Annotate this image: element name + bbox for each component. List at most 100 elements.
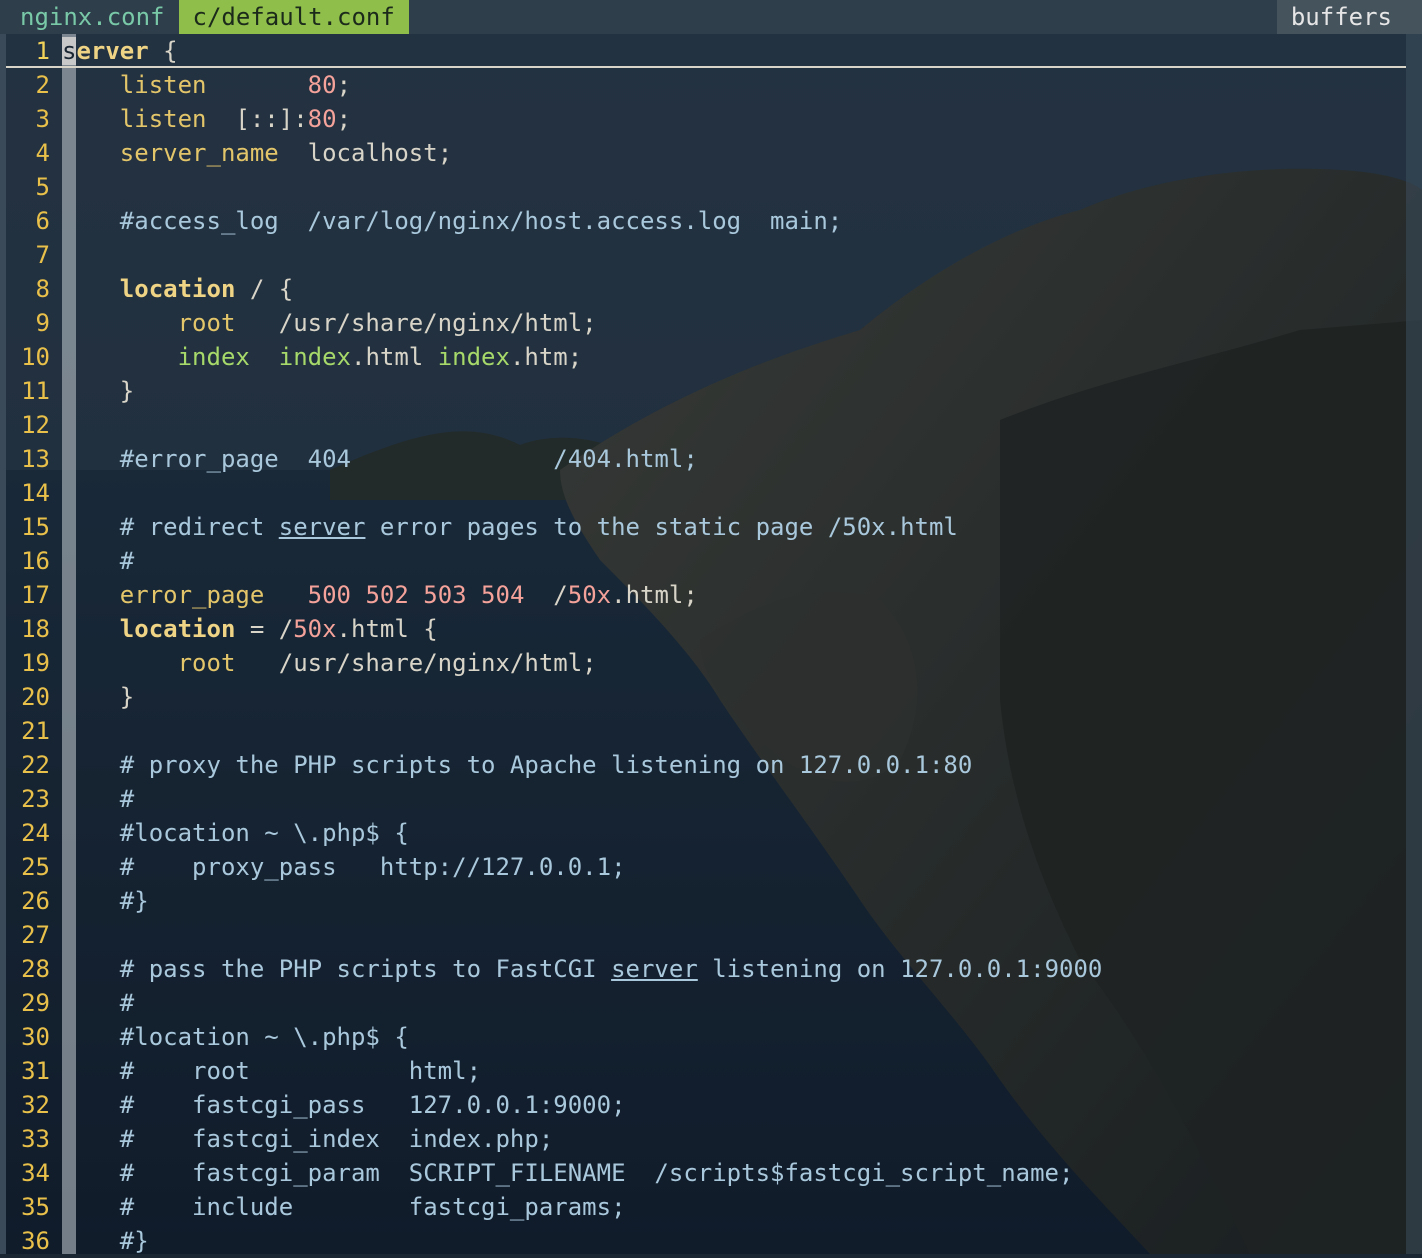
- tab-nginx-conf[interactable]: nginx.conf: [0, 0, 179, 34]
- code-token: /: [524, 581, 568, 609]
- line-text: error_page 500 502 503 504 /50x.html;: [62, 578, 698, 612]
- line-number: 22: [21, 751, 50, 779]
- code-line[interactable]: 10 index index.html index.htm;: [6, 340, 1406, 374]
- code-line[interactable]: 36 #}: [6, 1224, 1406, 1258]
- code-line[interactable]: 19 root /usr/share/nginx/html;: [6, 646, 1406, 680]
- line-number: 14: [21, 479, 50, 507]
- line-text: listen [::]:80;: [62, 102, 351, 136]
- code-line[interactable]: 26 #}: [6, 884, 1406, 918]
- code-line[interactable]: 22 # proxy the PHP scripts to Apache lis…: [6, 748, 1406, 782]
- line-text: root /usr/share/nginx/html;: [62, 646, 597, 680]
- code-token: 80: [307, 105, 337, 133]
- code-line[interactable]: 15 # redirect server error pages to the …: [6, 510, 1406, 544]
- code-token: = /: [235, 615, 294, 643]
- code-line[interactable]: 17 error_page 500 502 503 504 /50x.html;: [6, 578, 1406, 612]
- code-line[interactable]: 13 #error_page 404 /404.html;: [6, 442, 1406, 476]
- code-line[interactable]: 29 #: [6, 986, 1406, 1020]
- line-text: # root html;: [62, 1054, 481, 1088]
- code-line[interactable]: 21: [6, 714, 1406, 748]
- code-token: localhost;: [278, 139, 453, 167]
- code-editor[interactable]: 1 server {2 listen 80; 3 listen [::]:80; 4 …: [6, 34, 1406, 1255]
- code-line[interactable]: 27: [6, 918, 1406, 952]
- buffers-indicator[interactable]: buffers: [1276, 0, 1422, 34]
- code-line[interactable]: 34 # fastcgi_param SCRIPT_FILENAME /scri…: [6, 1156, 1406, 1190]
- code-line[interactable]: 14: [6, 476, 1406, 510]
- code-line[interactable]: 3 listen [::]:80;: [6, 102, 1406, 136]
- line-number: 27: [21, 921, 50, 949]
- line-number: 2: [35, 71, 50, 99]
- line-number: 10: [21, 343, 50, 371]
- code-token: listen: [119, 105, 207, 133]
- line-text: #: [62, 782, 134, 816]
- code-token: #location ~ \.php$ {: [62, 819, 409, 847]
- code-token: listen: [119, 71, 207, 99]
- code-token: server_name: [119, 139, 279, 167]
- code-line[interactable]: 30 #location ~ \.php$ {: [6, 1020, 1406, 1054]
- code-line[interactable]: 18 location = /50x.html {: [6, 612, 1406, 646]
- line-number: 8: [35, 275, 50, 303]
- code-token: /usr/share/nginx/html;: [235, 649, 597, 677]
- code-token: #error_page 404 /404.html;: [62, 445, 698, 473]
- code-line[interactable]: 5: [6, 170, 1406, 204]
- line-number: 12: [21, 411, 50, 439]
- code-line[interactable]: 1 server {: [6, 34, 1406, 68]
- line-text: #: [62, 544, 134, 578]
- code-token: listening on 127.0.0.1:9000: [697, 955, 1103, 983]
- code-line[interactable]: 11 }: [6, 374, 1406, 408]
- tab-default-conf[interactable]: c/default.conf: [178, 0, 409, 34]
- code-token: # fastcgi_pass 127.0.0.1:9000;: [62, 1091, 626, 1119]
- code-token: root: [177, 649, 236, 677]
- code-token: .html;: [611, 581, 698, 609]
- code-line[interactable]: 7: [6, 238, 1406, 272]
- code-token: /usr/share/nginx/html;: [235, 309, 597, 337]
- code-line[interactable]: 25 # proxy_pass http://127.0.0.1;: [6, 850, 1406, 884]
- code-line[interactable]: 9 root /usr/share/nginx/html;: [6, 306, 1406, 340]
- line-number: 6: [35, 207, 50, 235]
- line-text: # proxy_pass http://127.0.0.1;: [62, 850, 626, 884]
- code-line[interactable]: 33 # fastcgi_index index.php;: [6, 1122, 1406, 1156]
- code-line[interactable]: 12: [6, 408, 1406, 442]
- line-text: }: [62, 680, 134, 714]
- line-number: 33: [21, 1125, 50, 1153]
- line-number: 15: [21, 513, 50, 541]
- line-text: # include fastcgi_params;: [62, 1190, 626, 1224]
- code-token: location: [119, 275, 236, 303]
- code-line[interactable]: 6 #access_log /var/log/nginx/host.access…: [6, 204, 1406, 238]
- code-line[interactable]: 35 # include fastcgi_params;: [6, 1190, 1406, 1224]
- code-line[interactable]: 2 listen 80;: [6, 68, 1406, 102]
- line-number: 25: [21, 853, 50, 881]
- line-text: # redirect server error pages to the sta…: [62, 510, 958, 544]
- line-number: 21: [21, 717, 50, 745]
- line-number: 9: [35, 309, 50, 337]
- line-text: #location ~ \.php$ {: [62, 1020, 409, 1054]
- code-token: # root html;: [62, 1057, 482, 1085]
- code-token: location: [119, 615, 236, 643]
- tabline-fill: [409, 0, 1277, 34]
- code-line[interactable]: 28 # pass the PHP scripts to FastCGI ser…: [6, 952, 1406, 986]
- code-token: / {: [235, 275, 294, 303]
- code-line[interactable]: 23 #: [6, 782, 1406, 816]
- line-number: 26: [21, 887, 50, 915]
- window-right-edge: [1406, 0, 1422, 1254]
- code-line[interactable]: 4 server_name localhost;: [6, 136, 1406, 170]
- line-number: 4: [35, 139, 50, 167]
- code-line[interactable]: 16 #: [6, 544, 1406, 578]
- line-number: 17: [21, 581, 50, 609]
- line-text: #: [62, 986, 134, 1020]
- code-token: #}: [62, 1227, 149, 1255]
- code-line[interactable]: 8 location / {: [6, 272, 1406, 306]
- code-token: error pages to the static page /50x.html: [365, 513, 958, 541]
- code-token: [::]:: [206, 105, 308, 133]
- line-text: root /usr/share/nginx/html;: [62, 306, 597, 340]
- code-token: #: [62, 785, 135, 813]
- code-line[interactable]: 31 # root html;: [6, 1054, 1406, 1088]
- line-text: #}: [62, 884, 149, 918]
- code-line[interactable]: 24 #location ~ \.php$ {: [6, 816, 1406, 850]
- code-line[interactable]: 20 }: [6, 680, 1406, 714]
- code-line[interactable]: 32 # fastcgi_pass 127.0.0.1:9000;: [6, 1088, 1406, 1122]
